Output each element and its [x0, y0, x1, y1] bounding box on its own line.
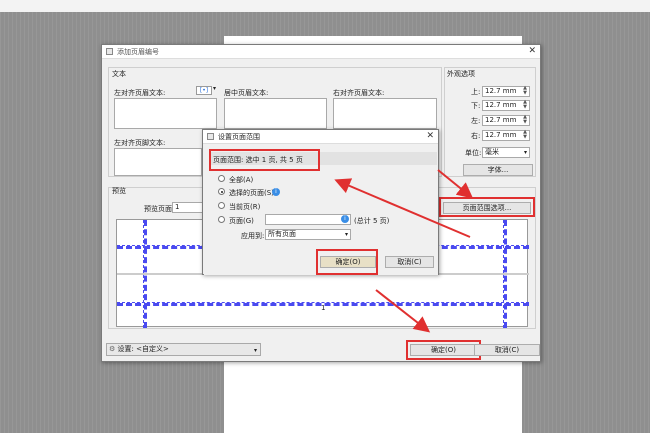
arrow-to-range-info: [334, 178, 471, 238]
arrow-to-ok-button: [375, 289, 431, 333]
annotation-arrows: [334, 169, 474, 333]
arrow-to-range-button: [437, 169, 474, 199]
